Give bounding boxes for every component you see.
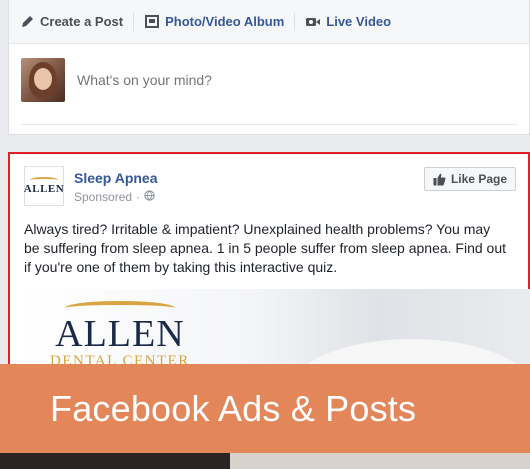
ad-meta: Sleep Apnea Sponsored · bbox=[74, 166, 158, 206]
like-page-label: Like Page bbox=[450, 172, 507, 186]
page-logo[interactable]: ALLEN bbox=[24, 166, 64, 206]
tab-photo-video-album[interactable]: Photo/Video Album bbox=[144, 0, 294, 44]
ad-header: ALLEN Sleep Apnea Sponsored · Like Page bbox=[10, 154, 528, 206]
page-logo-text: ALLEN bbox=[23, 183, 65, 195]
allen-dental-logo: ALLEN DENTAL CENTER bbox=[50, 301, 190, 370]
post-composer: Create a Post Photo/Video Album Live Vid… bbox=[8, 0, 530, 135]
tab-divider bbox=[133, 12, 135, 31]
photo-bottom-strip bbox=[0, 453, 530, 469]
composer-body bbox=[9, 44, 529, 116]
tab-live-video-label: Live Video bbox=[326, 14, 392, 29]
globe-icon bbox=[144, 190, 155, 204]
title-banner: Facebook Ads & Posts bbox=[0, 364, 530, 453]
sponsored-label: Sponsored bbox=[74, 190, 133, 204]
photo-album-icon bbox=[144, 14, 160, 30]
like-page-button[interactable]: Like Page bbox=[423, 167, 516, 191]
tab-divider bbox=[294, 12, 296, 31]
tab-create-post-label: Create a Post bbox=[40, 14, 124, 29]
thumbs-up-icon bbox=[433, 173, 446, 186]
sponsored-line: Sponsored · bbox=[74, 190, 158, 204]
tab-create-post[interactable]: Create a Post bbox=[19, 0, 133, 44]
video-camera-icon bbox=[305, 14, 321, 30]
status-input[interactable] bbox=[77, 72, 377, 88]
avatar[interactable] bbox=[21, 58, 65, 102]
allen-logo-text: ALLEN bbox=[55, 313, 185, 355]
banner-title: Facebook Ads & Posts bbox=[50, 387, 417, 429]
page-name-link[interactable]: Sleep Apnea bbox=[74, 170, 158, 186]
tab-photo-video-album-label: Photo/Video Album bbox=[165, 14, 285, 29]
pencil-icon bbox=[19, 14, 35, 30]
ad-body-text: Always tired? Irritable & impatient? Une… bbox=[24, 221, 507, 275]
composer-footer bbox=[21, 124, 517, 134]
composer-tabs: Create a Post Photo/Video Album Live Vid… bbox=[9, 0, 529, 44]
tab-live-video[interactable]: Live Video bbox=[305, 0, 401, 44]
